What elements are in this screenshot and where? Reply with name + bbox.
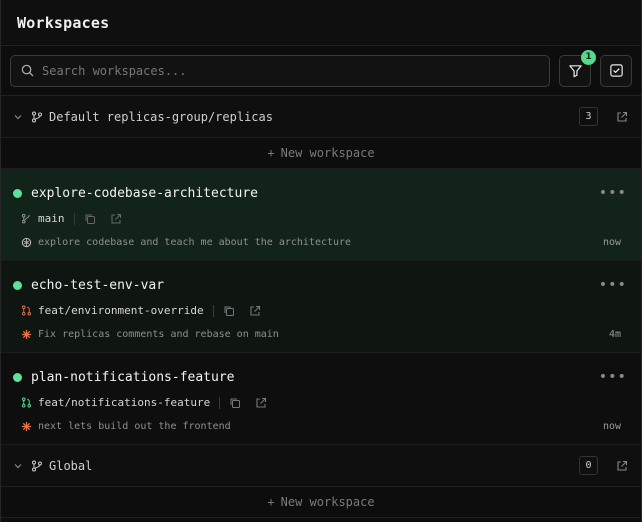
toolbar: 1: [1, 46, 641, 96]
workspace-item[interactable]: plan-notifications-feature ••• feat/noti…: [1, 353, 641, 445]
timestamp: now: [602, 421, 621, 432]
branch-name: main: [38, 212, 65, 225]
branch-name: feat/notifications-feature: [38, 396, 211, 409]
copy-icon[interactable]: [84, 213, 96, 225]
workspace-title: echo-test-env-var: [31, 277, 165, 293]
timestamp: now: [602, 237, 621, 248]
copy-icon[interactable]: [229, 397, 241, 409]
git-pull-request-icon: [21, 305, 32, 316]
git-branch-icon: [31, 111, 43, 123]
search-input[interactable]: [42, 63, 549, 78]
group-header-global[interactable]: Global 0: [1, 445, 641, 487]
new-workspace-button[interactable]: + New workspace: [1, 138, 641, 169]
status-dot: [13, 280, 22, 290]
chevron-down-icon[interactable]: [13, 461, 25, 471]
workspace-item[interactable]: explore-codebase-architecture ••• main e…: [1, 169, 641, 261]
new-workspace-button[interactable]: + New workspace: [1, 487, 641, 518]
divider: [73, 212, 75, 225]
more-options-icon[interactable]: •••: [599, 277, 627, 293]
workspace-description: Fix replicas comments and rebase on main: [38, 329, 279, 340]
select-button[interactable]: [600, 54, 632, 87]
workspaces-panel: Workspaces 1 Default replicas-gro: [0, 0, 642, 522]
new-workspace-label: New workspace: [280, 495, 375, 509]
plus-icon: +: [267, 495, 275, 509]
git-branch-icon: [31, 460, 43, 472]
new-workspace-label: New workspace: [280, 146, 375, 160]
branch-name: feat/environment-override: [38, 304, 204, 317]
group-name: Default replicas-group/replicas: [49, 109, 273, 124]
external-link-icon[interactable]: [255, 397, 267, 409]
timestamp: 4m: [608, 329, 621, 340]
filter-count-badge: 1: [581, 49, 596, 65]
search-icon: [21, 64, 34, 77]
panel-header: Workspaces: [1, 0, 641, 46]
filter-icon: [568, 63, 583, 78]
group-name: Global: [49, 458, 93, 473]
copy-icon[interactable]: [223, 305, 235, 317]
status-dot: [13, 188, 22, 198]
external-link-icon[interactable]: [110, 213, 122, 225]
workspace-description: explore codebase and teach me about the …: [38, 237, 352, 248]
checkbox-icon: [609, 63, 624, 78]
status-dot: [13, 372, 22, 382]
git-pull-request-icon: [21, 397, 32, 408]
external-link-icon[interactable]: [616, 460, 628, 472]
git-commit-icon: [21, 213, 32, 224]
workspace-item[interactable]: echo-test-env-var ••• feat/environment-o…: [1, 261, 641, 353]
plus-icon: +: [267, 146, 275, 160]
group-header-default[interactable]: Default replicas-group/replicas 3: [1, 96, 641, 138]
filter-button[interactable]: 1: [559, 49, 596, 87]
page-title: Workspaces: [17, 13, 110, 32]
more-options-icon[interactable]: •••: [599, 185, 627, 201]
workspace-title: plan-notifications-feature: [31, 369, 235, 385]
openai-icon: [21, 237, 32, 248]
chevron-down-icon[interactable]: [13, 112, 25, 122]
divider: [212, 304, 214, 317]
group-count: 3: [579, 107, 598, 126]
claude-spark-icon: [21, 421, 32, 432]
workspace-title: explore-codebase-architecture: [31, 185, 258, 201]
group-count: 0: [579, 456, 598, 475]
external-link-icon[interactable]: [249, 305, 261, 317]
claude-spark-icon: [21, 329, 32, 340]
divider: [219, 396, 221, 409]
more-options-icon[interactable]: •••: [599, 369, 627, 385]
search-box[interactable]: [10, 54, 550, 87]
external-link-icon[interactable]: [616, 111, 628, 123]
workspace-description: next lets build out the frontend: [38, 421, 231, 432]
